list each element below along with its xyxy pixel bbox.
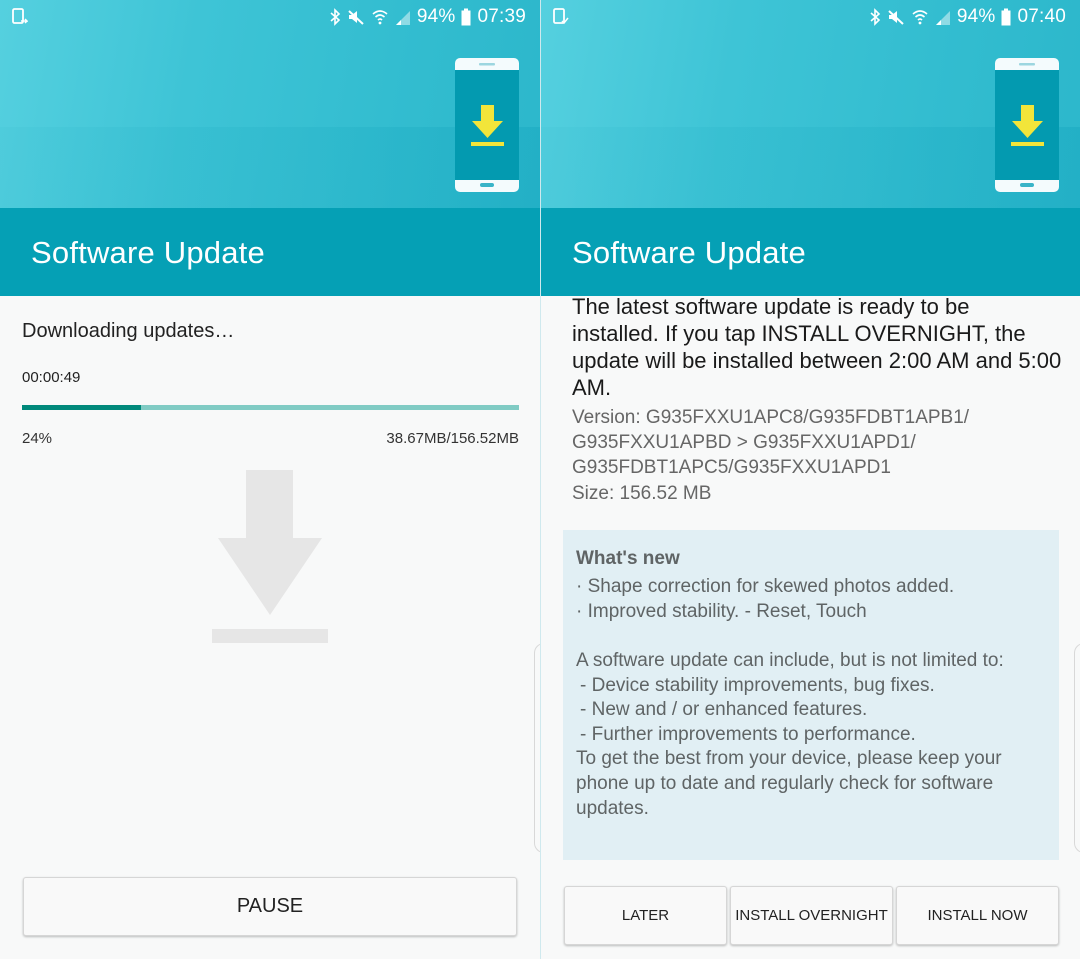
screen-mirror-icon <box>12 8 29 26</box>
whats-new-item: · Shape correction for skewed photos add… <box>576 576 955 597</box>
battery-icon <box>1001 8 1011 26</box>
edge-panel-handle[interactable] <box>1074 643 1080 853</box>
description-item: - Device stability improvements, bug fix… <box>580 674 935 696</box>
pause-button[interactable]: PAUSE <box>23 877 517 936</box>
mute-icon <box>347 8 365 26</box>
whats-new-item: · Improved stability. - Reset, Touch <box>576 601 867 622</box>
bluetooth-icon <box>329 8 341 26</box>
title-bar: Software Update <box>0 208 540 296</box>
mute-icon <box>887 8 905 26</box>
signal-icon <box>395 8 411 26</box>
download-progress-bar <box>22 405 519 410</box>
phone-download-icon <box>455 58 519 192</box>
clock: 07:39 <box>477 6 526 27</box>
description-item: - Further improvements to performance. <box>580 723 916 745</box>
phone-download-icon <box>995 58 1059 192</box>
wifi-icon <box>371 8 389 26</box>
downloading-screen: 94% 07:39 Software Update Downloading up… <box>0 0 540 959</box>
update-size: Size: 156.52 MB <box>572 483 712 504</box>
ready-to-install-screen: 94% 07:40 Software Update The latest sof… <box>540 0 1080 959</box>
battery-icon <box>461 8 471 26</box>
progress-fill <box>22 405 142 410</box>
clock: 07:40 <box>1017 6 1066 27</box>
whats-new-title: What's new <box>576 548 680 569</box>
page-title: Software Update <box>572 235 806 270</box>
download-arrow-icon <box>212 470 328 644</box>
whats-new-panel: What's new · Shape correction for skewed… <box>563 530 1059 860</box>
status-bar: 94% 07:40 <box>541 0 1080 34</box>
page-title: Software Update <box>31 235 265 270</box>
battery-percent: 94% <box>416 6 456 27</box>
description-outro: To get the best from your device, please… <box>576 748 1002 819</box>
update-description: A software update can include, but is no… <box>576 649 1056 821</box>
description-item: - New and / or enhanced features. <box>580 699 868 721</box>
battery-percent: 94% <box>956 6 996 27</box>
title-bar: Software Update <box>541 208 1080 296</box>
bluetooth-icon <box>869 8 881 26</box>
progress-percent: 24% <box>22 430 53 447</box>
description-intro: A software update can include, but is no… <box>576 650 1004 671</box>
later-button[interactable]: LATER <box>564 886 727 945</box>
install-now-button[interactable]: INSTALL NOW <box>896 886 1059 945</box>
status-bar: 94% 07:39 <box>0 0 540 34</box>
download-size: 38.67MB/156.52MB <box>386 430 519 447</box>
whats-new-list: · Shape correction for skewed photos add… <box>576 574 954 624</box>
signal-icon <box>935 8 951 26</box>
screen-mirror-check-icon <box>553 8 569 26</box>
elapsed-time: 00:00:49 <box>22 369 81 386</box>
install-overnight-button[interactable]: INSTALL OVERNIGHT <box>730 886 893 945</box>
wifi-icon <box>911 8 929 26</box>
update-ready-message: The latest software update is ready to b… <box>572 294 1062 400</box>
download-status: Downloading updates… <box>22 320 235 342</box>
version-info: Version: G935FXXU1APC8/G935FDBT1APB1/ G9… <box>572 407 970 478</box>
